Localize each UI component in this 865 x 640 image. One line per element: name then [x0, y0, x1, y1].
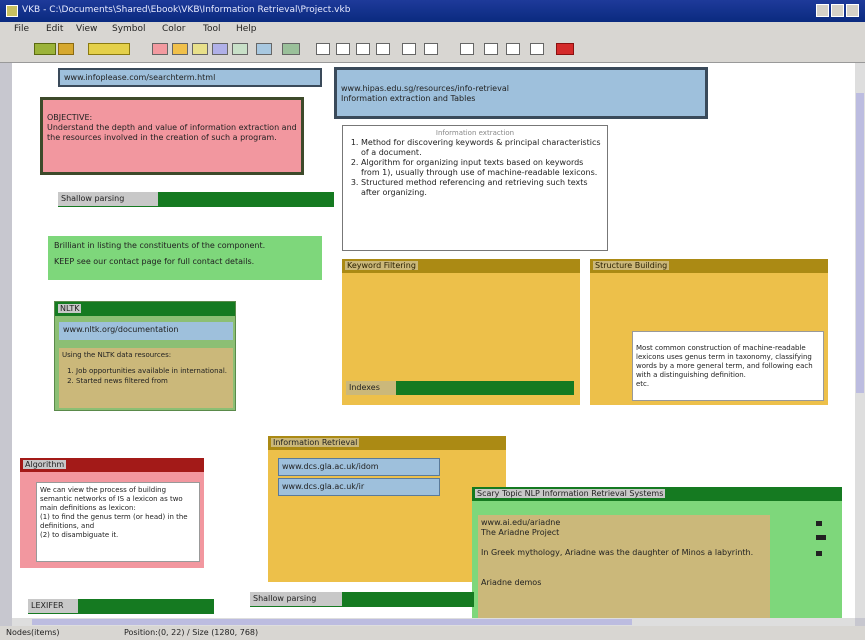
window-title: VKB - C:\Documents\Shared\Ebook\VKB\Info… — [22, 5, 351, 15]
algorithm-text: We can view the process of building sema… — [36, 482, 200, 562]
keyword-filtering-group[interactable]: Keyword Filtering Indexes — [342, 259, 580, 405]
vertical-scrollbar[interactable] — [855, 63, 865, 618]
layout-4-button[interactable] — [530, 43, 544, 55]
arrow-tool-icon[interactable] — [34, 43, 56, 55]
horizontal-scrollbar[interactable] — [12, 618, 855, 626]
bar-label: LEXIFER — [28, 599, 78, 613]
panel-title: NLTK — [58, 304, 82, 313]
panel-url[interactable]: www.nltk.org/documentation — [59, 322, 233, 340]
color-blue-button[interactable] — [256, 43, 272, 55]
group-title: Information Retrieval — [271, 438, 360, 447]
objective-text: OBJECTIVE: Understand the depth and valu… — [47, 113, 297, 142]
bar-label: Shallow parsing — [250, 592, 342, 606]
group-title: Keyword Filtering — [345, 261, 418, 270]
stop-icon[interactable] — [556, 43, 574, 55]
menu-view[interactable]: View — [76, 24, 97, 34]
status-left: Nodes(items) — [6, 628, 60, 637]
border-style-6-button[interactable] — [424, 43, 438, 55]
structure-text-node[interactable]: Most common construction of machine-read… — [632, 331, 824, 401]
url-node-top-right[interactable]: www.hipas.edu.sg/resources/info-retrieva… — [334, 67, 708, 119]
nltk-panel[interactable]: NLTK www.nltk.org/documentation Using th… — [54, 301, 236, 411]
structure-building-group[interactable]: Structure Building Most common construct… — [590, 259, 828, 405]
nlp-text: www.ai.edu/ariadne The Ariadne Project I… — [478, 515, 770, 618]
list-item: Job opportunities available in internati… — [76, 366, 230, 376]
menu-help[interactable]: Help — [236, 24, 257, 34]
menu-tool[interactable]: Tool — [203, 24, 220, 34]
ir-url-2[interactable]: www.dcs.gla.ac.uk/ir — [278, 478, 440, 496]
group-title: Structure Building — [593, 261, 670, 270]
workspace-canvas[interactable]: www.infoplease.com/searchterm.html www.h… — [12, 63, 855, 618]
structure-text: Most common construction of machine-read… — [636, 344, 813, 388]
border-style-4-button[interactable] — [376, 43, 390, 55]
list-item: Algorithm for organizing input texts bas… — [361, 158, 603, 178]
border-style-1-button[interactable] — [316, 43, 330, 55]
scroll-thumb[interactable] — [32, 619, 632, 625]
menu-symbol[interactable]: Symbol — [112, 24, 146, 34]
shallow-parsing-bar[interactable]: Shallow parsing — [58, 192, 334, 207]
menu-color[interactable]: Color — [162, 24, 186, 34]
layout-3-button[interactable] — [506, 43, 520, 55]
color-yellow-button[interactable] — [192, 43, 208, 55]
url-text: www.infoplease.com/searchterm.html — [64, 73, 216, 82]
bar-label: Indexes — [346, 381, 396, 395]
list-item: Method for discovering keywords & princi… — [361, 138, 603, 158]
panel-list: Job opportunities available in internati… — [62, 366, 230, 386]
color-pink-button[interactable] — [152, 43, 168, 55]
border-style-5-button[interactable] — [402, 43, 416, 55]
border-style-2-button[interactable] — [336, 43, 350, 55]
maximize-button[interactable] — [831, 4, 844, 17]
menu-edit[interactable]: Edit — [46, 24, 63, 34]
arrow-icon — [816, 521, 822, 526]
node-tools-icon[interactable] — [88, 43, 130, 55]
arrow-icon — [816, 535, 826, 540]
minimize-button[interactable] — [816, 4, 829, 17]
menu-bar: File Edit View Symbol Color Tool Help — [0, 22, 865, 37]
indexes-bar[interactable]: Indexes — [346, 381, 574, 395]
nlp-panel[interactable]: Scary Topic NLP Information Retrieval Sy… — [472, 487, 842, 618]
contact-line: KEEP see our contact page for full conta… — [54, 257, 255, 266]
layout-2-button[interactable] — [484, 43, 498, 55]
app-icon — [6, 5, 18, 17]
ir-url-1[interactable]: www.dcs.gla.ac.uk/idom — [278, 458, 440, 476]
layout-1-button[interactable] — [460, 43, 474, 55]
method-list-title: Information extraction — [435, 129, 515, 137]
contact-node[interactable]: Brilliant in listing the constituents of… — [48, 236, 322, 280]
objective-node[interactable]: OBJECTIVE: Understand the depth and valu… — [40, 97, 304, 175]
url-node-top-left[interactable]: www.infoplease.com/searchterm.html — [58, 68, 322, 87]
contact-line: Brilliant in listing the constituents of… — [54, 241, 266, 250]
panel-subtitle: Using the NLTK data resources: — [62, 351, 172, 359]
lexifer-bar[interactable]: LEXIFER — [28, 599, 214, 614]
close-button[interactable] — [846, 4, 859, 17]
menu-file[interactable]: File — [14, 24, 29, 34]
scroll-thumb[interactable] — [856, 93, 864, 393]
shallow-parsing-bar-bottom[interactable]: Shallow parsing — [250, 592, 474, 607]
method-list-node[interactable]: Information extraction Method for discov… — [342, 125, 608, 251]
border-style-3-button[interactable] — [356, 43, 370, 55]
title-bar: VKB - C:\Documents\Shared\Ebook\VKB\Info… — [0, 0, 865, 22]
color-gold-button[interactable] — [172, 43, 188, 55]
panel-title: Scary Topic NLP Information Retrieval Sy… — [475, 489, 666, 498]
list-item: Started news filtered from — [76, 376, 230, 386]
panel-title: Algorithm — [23, 460, 67, 469]
method-list: Method for discovering keywords & princi… — [347, 138, 603, 198]
bar-label: Shallow parsing — [58, 192, 158, 206]
url-text: www.hipas.edu.sg/resources/info-retrieva… — [341, 84, 509, 103]
toolbar — [0, 37, 865, 63]
list-item: Structured method referencing and retrie… — [361, 178, 603, 198]
arrow-icon — [816, 551, 822, 556]
algorithm-panel[interactable]: Algorithm We can view the process of bui… — [20, 458, 204, 568]
status-right: Position:(0, 22) / Size (1280, 768) — [124, 628, 259, 637]
information-retrieval-group[interactable]: Information Retrieval www.dcs.gla.ac.uk/… — [268, 436, 506, 582]
color-green-button[interactable] — [282, 43, 300, 55]
color-mint-button[interactable] — [232, 43, 248, 55]
pencil-tool-icon[interactable] — [58, 43, 74, 55]
status-bar: Nodes(items) Position:(0, 22) / Size (12… — [0, 626, 865, 640]
color-purple-button[interactable] — [212, 43, 228, 55]
panel-body: Using the NLTK data resources: Job oppor… — [59, 348, 233, 408]
